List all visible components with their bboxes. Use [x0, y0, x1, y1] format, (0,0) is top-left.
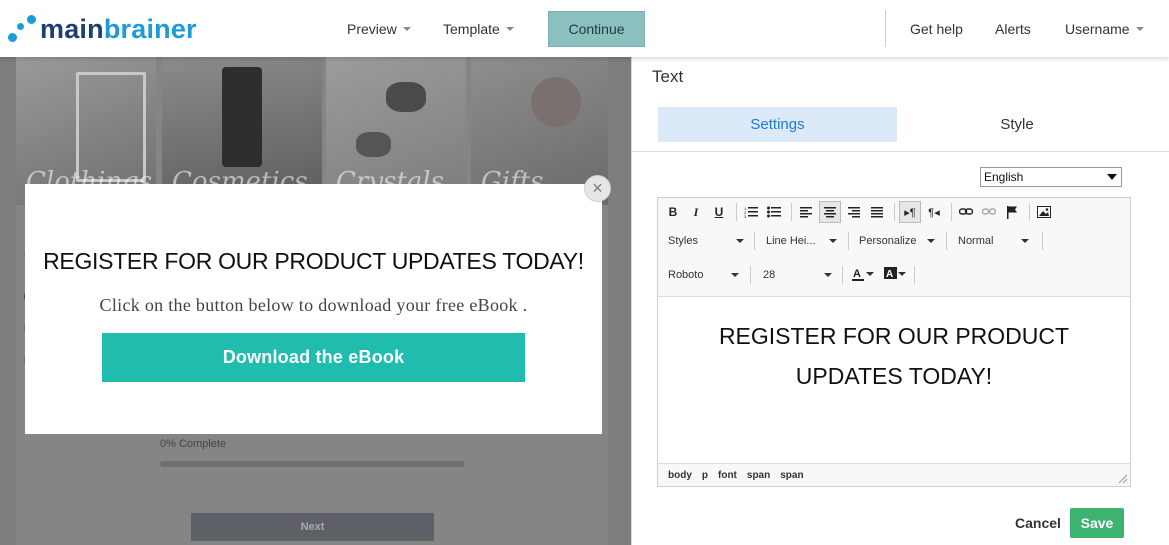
tabs-divider	[632, 151, 1169, 152]
background-color-icon[interactable]: A	[884, 264, 910, 284]
toolbar-row-1: B I U 123 ▸¶ ¶◂	[663, 200, 1057, 224]
chevron-down-icon	[824, 273, 832, 277]
popup-subtitle[interactable]: Click on the button below to download yo…	[25, 295, 602, 316]
numbered-list-icon[interactable]: 123	[741, 202, 761, 222]
align-justify-icon[interactable]	[867, 202, 887, 222]
align-right-icon[interactable]	[844, 202, 864, 222]
underline-icon[interactable]: U	[709, 202, 729, 222]
svg-text:3: 3	[744, 214, 747, 218]
content-line: REGISTER FOR OUR PRODUCT	[718, 323, 1070, 349]
mainbrainer-logo[interactable]: mainbrainer	[6, 12, 197, 46]
header-divider	[885, 10, 886, 47]
chevron-down-icon	[1135, 27, 1144, 31]
font-family-label: Roboto	[668, 269, 704, 281]
template-label: Template	[443, 21, 500, 37]
format-dropdown[interactable]: Normal	[958, 231, 1033, 251]
text-color-icon[interactable]: A	[852, 264, 878, 284]
svg-text:A: A	[886, 269, 893, 280]
logo-dots-icon	[6, 13, 38, 45]
preview-label: Preview	[347, 21, 397, 37]
preview-menu[interactable]: Preview	[347, 11, 411, 47]
chevron-down-icon	[731, 273, 739, 277]
banner-tile-clothings: Clothings	[16, 57, 156, 205]
anchor-flag-icon[interactable]	[1002, 202, 1022, 222]
next-button[interactable]: Next	[191, 513, 434, 541]
content-line: UPDATES TODAY!	[795, 363, 993, 389]
unlink-icon[interactable]	[979, 202, 999, 222]
editor-content-area[interactable]: REGISTER FOR OUR PRODUCT UPDATES TODAY!	[658, 316, 1130, 396]
personalize-label: Personalize	[859, 235, 917, 247]
svg-text:A: A	[853, 268, 861, 280]
top-header: mainbrainer Preview Template Continue Ge…	[0, 0, 1169, 57]
styles-dropdown[interactable]: Styles	[668, 231, 748, 251]
chevron-down-icon	[402, 27, 411, 31]
chevron-down-icon	[736, 239, 744, 243]
template-menu[interactable]: Template	[443, 11, 514, 47]
banner-tile-crystals: Crystals	[326, 57, 466, 205]
rich-text-editor: B I U 123 ▸¶ ¶◂ Styles Line Hei... Perso…	[657, 197, 1131, 487]
chevron-down-icon	[1021, 239, 1029, 243]
path-item[interactable]: body	[668, 470, 692, 481]
username-label: Username	[1065, 21, 1130, 37]
chevron-down-icon	[1107, 174, 1117, 180]
path-item[interactable]: span	[747, 470, 770, 481]
username-menu[interactable]: Username	[1065, 11, 1144, 47]
editor-element-path: body p font span span	[658, 463, 1130, 486]
progress-text: 0% Complete	[160, 438, 227, 450]
align-center-icon[interactable]	[819, 201, 841, 223]
language-select[interactable]: English	[980, 167, 1122, 187]
image-icon[interactable]	[1034, 202, 1054, 222]
chevron-down-icon	[927, 239, 935, 243]
panel-title: Text	[652, 67, 684, 86]
alerts-link[interactable]: Alerts	[995, 11, 1031, 47]
styles-label: Styles	[668, 235, 698, 247]
cancel-button[interactable]: Cancel	[998, 508, 1078, 538]
download-ebook-button[interactable]: Download the eBook	[102, 333, 525, 382]
continue-button[interactable]: Continue	[548, 11, 645, 47]
tab-style[interactable]: Style	[898, 107, 1136, 142]
chevron-down-icon	[866, 272, 874, 276]
font-family-dropdown[interactable]: Roboto	[668, 265, 743, 285]
logo-text: mainbrainer	[40, 13, 197, 44]
font-size-label: 28	[763, 269, 776, 281]
chevron-down-icon	[829, 239, 837, 243]
progress-bar	[160, 461, 465, 467]
path-item[interactable]: span	[780, 470, 803, 481]
tab-settings[interactable]: Settings	[658, 107, 897, 142]
banner-tile-cosmetics: Cosmetics	[162, 57, 322, 205]
italic-icon[interactable]: I	[686, 202, 706, 222]
bold-icon[interactable]: B	[663, 202, 683, 222]
resize-grip-icon[interactable]	[1118, 474, 1128, 484]
link-icon[interactable]	[956, 202, 976, 222]
format-label: Normal	[958, 235, 994, 247]
language-value: English	[984, 170, 1024, 184]
close-icon[interactable]: ×	[584, 175, 611, 202]
editor-toolbar: B I U 123 ▸¶ ¶◂ Styles Line Hei... Perso…	[658, 198, 1130, 297]
line-height-label: Line Hei...	[766, 235, 816, 247]
chevron-down-icon	[898, 272, 906, 276]
popup-modal: REGISTER FOR OUR PRODUCT UPDATES TODAY! …	[25, 184, 602, 434]
text-direction-rtl-icon[interactable]: ¶◂	[924, 202, 944, 222]
path-item[interactable]: font	[718, 470, 737, 481]
font-size-dropdown[interactable]: 28	[763, 265, 836, 285]
get-help-link[interactable]: Get help	[910, 11, 963, 47]
personalize-dropdown[interactable]: Personalize	[859, 231, 939, 251]
save-button[interactable]: Save	[1070, 508, 1124, 538]
line-height-dropdown[interactable]: Line Hei...	[766, 231, 841, 251]
chevron-down-icon	[505, 27, 514, 31]
path-item[interactable]: p	[702, 470, 708, 481]
text-direction-ltr-icon[interactable]: ▸¶	[899, 201, 921, 223]
align-left-icon[interactable]	[796, 202, 816, 222]
bulleted-list-icon[interactable]	[764, 202, 784, 222]
popup-title[interactable]: REGISTER FOR OUR PRODUCT UPDATES TODAY!	[25, 248, 602, 275]
text-settings-panel: Text Settings Style English B I U 123 ▸¶…	[631, 57, 1169, 545]
